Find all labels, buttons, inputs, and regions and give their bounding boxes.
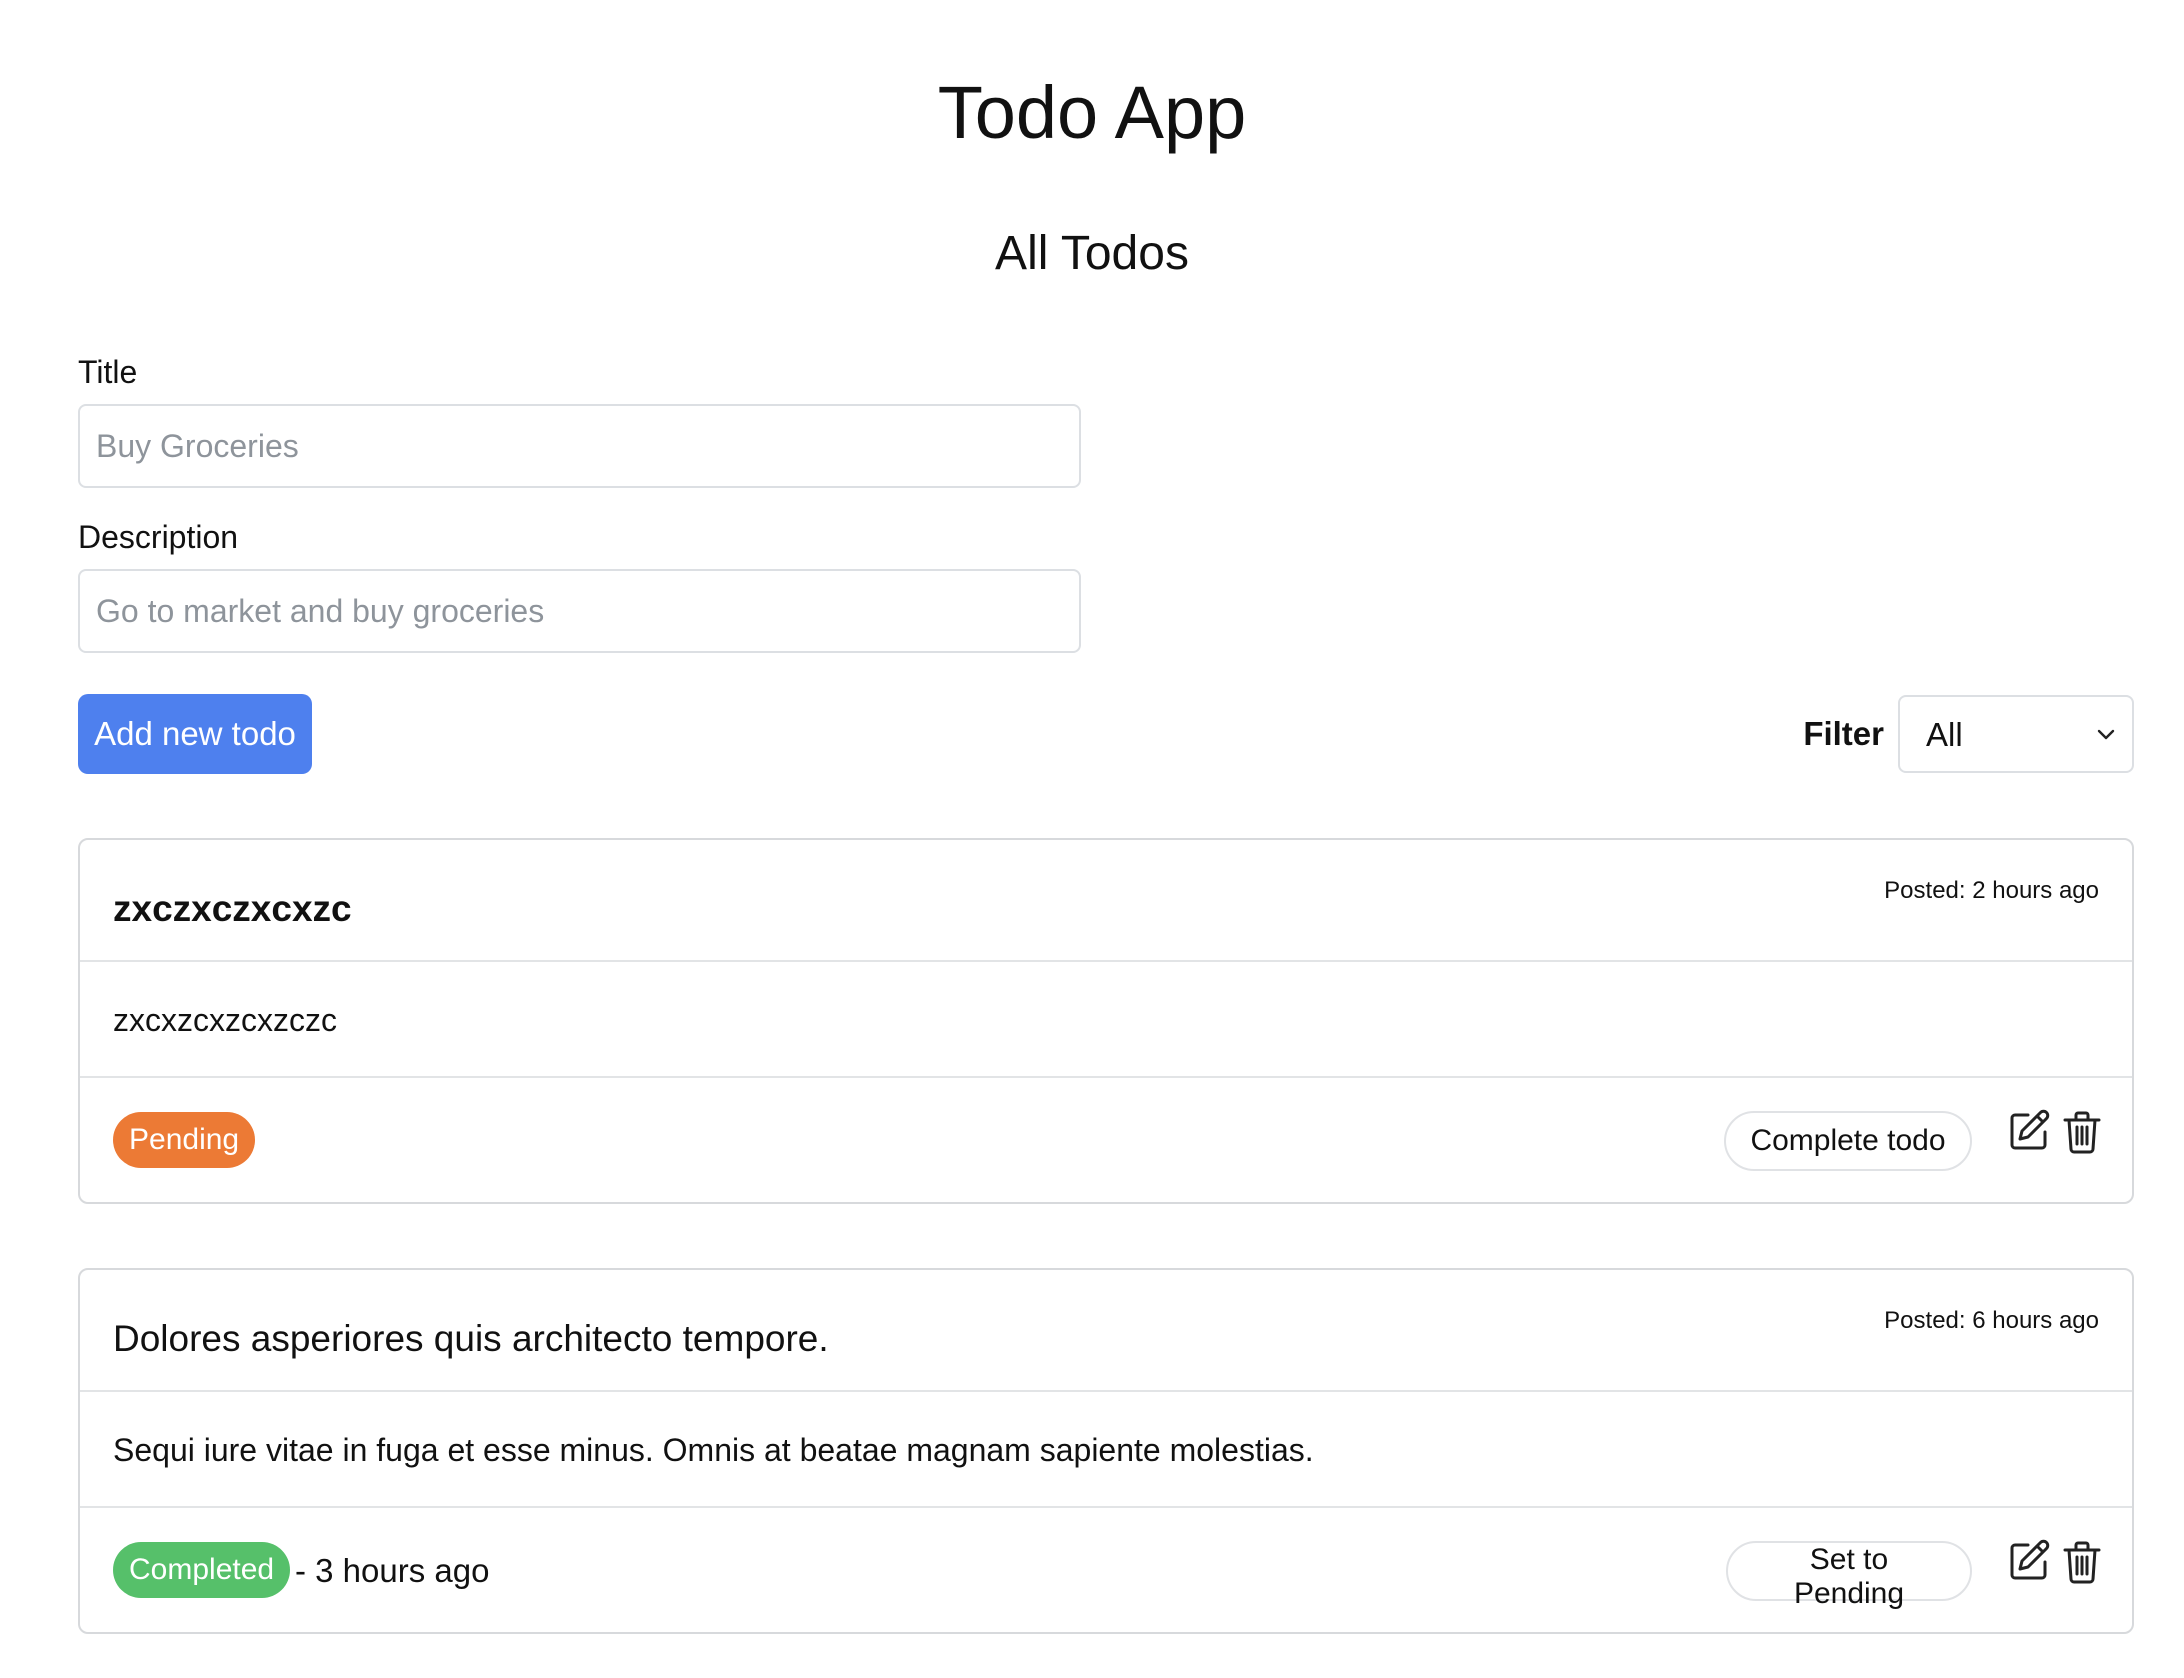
status-badge: Completed (113, 1542, 291, 1598)
edit-icon[interactable] (2006, 1538, 2052, 1584)
todo-card-footer: Pending Complete todo (80, 1078, 2132, 1204)
completed-time: - 3 hours ago (295, 1552, 490, 1589)
section-title: All Todos (995, 227, 1189, 280)
description-input[interactable] (78, 569, 1081, 653)
trash-icon[interactable] (2062, 1540, 2102, 1584)
todo-card-body: Sequi iure vitae in fuga et esse minus. … (80, 1392, 2132, 1508)
title-label: Title (78, 354, 138, 390)
todo-title: zxczxczxcxzc (113, 888, 352, 929)
chevron-down-icon (2097, 729, 2115, 740)
complete-todo-button[interactable]: Complete todo (1724, 1111, 1972, 1171)
todo-card: zxczxczxcxzc Posted: 2 hours ago zxcxzcx… (78, 838, 2134, 1204)
app-title: Todo App (937, 71, 1247, 154)
todo-card-header: Dolores asperiores quis architecto tempo… (80, 1270, 2132, 1392)
set-pending-button[interactable]: Set to Pending (1726, 1541, 1972, 1610)
description-label: Description (78, 519, 239, 555)
todo-posted-time: Posted: 6 hours ago (1884, 1307, 2099, 1334)
todo-title: Dolores asperiores quis architecto tempo… (113, 1318, 829, 1359)
add-todo-button[interactable]: Add new todo (78, 694, 312, 774)
todo-description: Sequi iure vitae in fuga et esse minus. … (113, 1432, 1314, 1468)
title-input[interactable] (78, 404, 1081, 488)
todo-description: zxcxzcxzcxzczc (113, 1002, 337, 1038)
todo-card-body: zxcxzcxzcxzczc (80, 962, 2132, 1078)
filter-selected-value: All (1926, 716, 1963, 753)
trash-icon[interactable] (2062, 1110, 2102, 1154)
todo-card-footer: Completed - 3 hours ago Set to Pending (80, 1508, 2132, 1634)
todo-card-header: zxczxczxcxzc Posted: 2 hours ago (80, 840, 2132, 962)
status-badge: Pending (113, 1112, 256, 1168)
filter-select[interactable]: All (1898, 695, 2134, 773)
todo-card: Dolores asperiores quis architecto tempo… (78, 1268, 2134, 1634)
todo-posted-time: Posted: 2 hours ago (1884, 877, 2099, 904)
edit-icon[interactable] (2006, 1108, 2052, 1154)
todo-app-page: Todo App All Todos Title Description Add… (0, 0, 2184, 1678)
filter-label: Filter (1803, 715, 1884, 752)
